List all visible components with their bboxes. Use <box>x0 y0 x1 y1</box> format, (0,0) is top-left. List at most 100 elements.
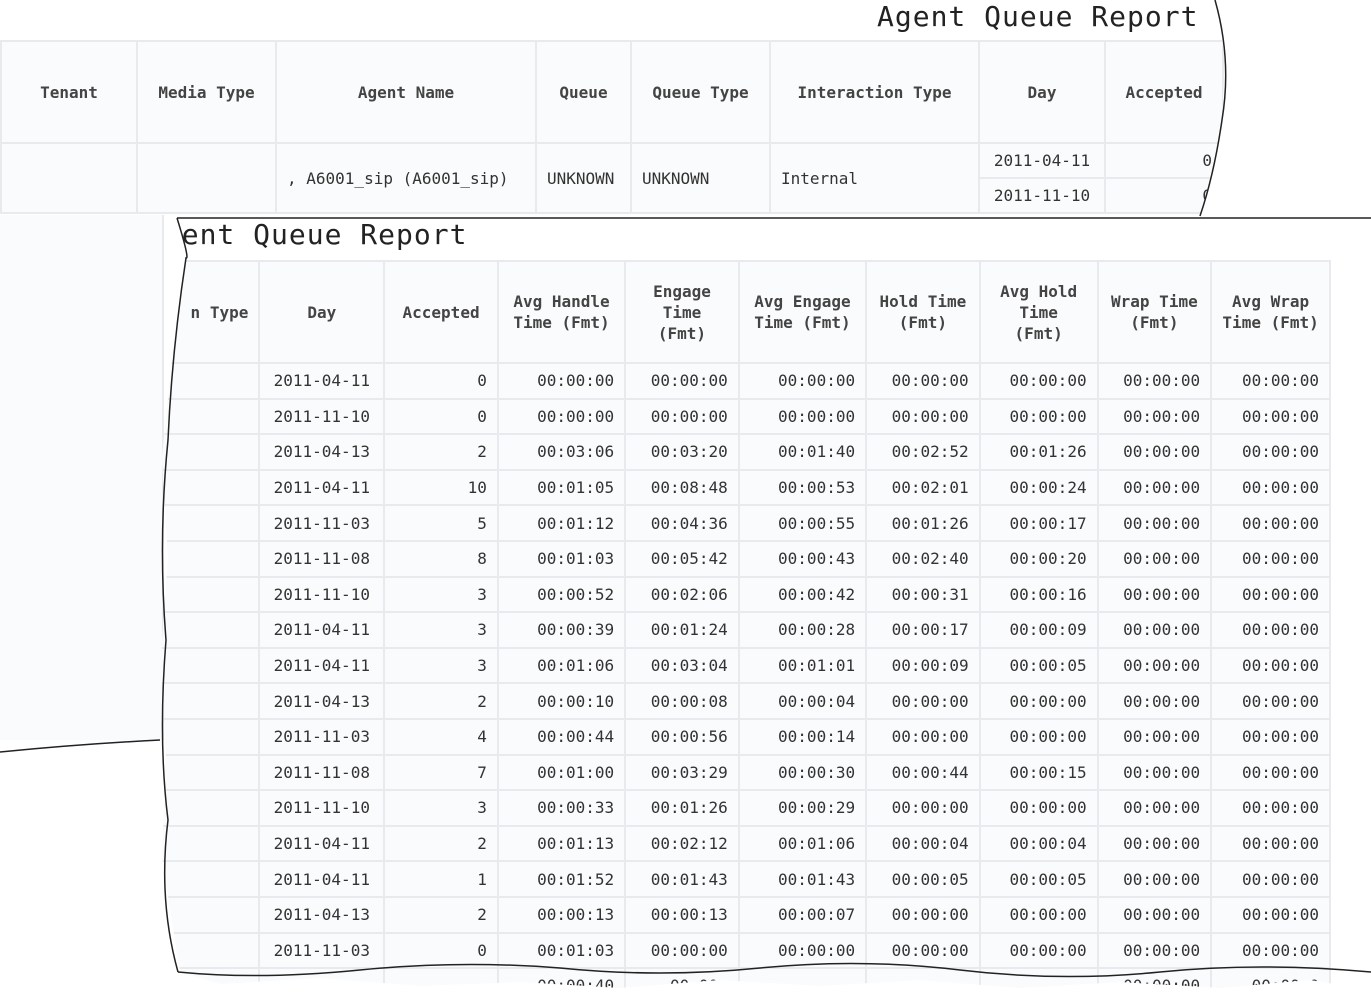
wrap-time-cell: 00:00:00 <box>1096 682 1213 720</box>
column-header-queue-type[interactable]: Queue Type <box>630 40 771 144</box>
column-header-avg-wrap-time[interactable]: Avg Wrap Time (Fmt) <box>1210 260 1331 364</box>
avg-wrap-time-cell: 00:00:00 <box>1210 468 1331 507</box>
column-header-avg-handle-time[interactable]: Avg Handle Time (Fmt) <box>496 260 627 364</box>
avg-handle-time-cell: 00:01:00 <box>496 753 627 792</box>
table-row: 2011-04-11 1 00:01:52 00:01:43 00:01:43 00:00… <box>161 860 1331 898</box>
avg-engage-time-cell: 00:00:00 <box>737 397 868 436</box>
avg-engage-time-cell: 00:00:04 <box>737 682 868 720</box>
avg-hold-time-cell: 00:00:00 <box>978 931 1099 970</box>
accepted-cell: 4 <box>383 717 499 756</box>
column-header-agent-name[interactable]: Agent Name <box>275 40 537 144</box>
avg-hold-time-cell: 00:00:00 <box>978 362 1099 400</box>
engage-time-cell: 00:01:24 <box>624 611 740 649</box>
avg-hold-time-cell: 00:00:05 <box>978 646 1099 685</box>
avg-wrap-time-cell: 00:00:00 <box>1210 717 1331 756</box>
avg-wrap-time-cell: 00:00:00 <box>1210 860 1331 898</box>
agent-name-cell: , A6001_sip (A6001_sip) <box>275 142 537 214</box>
day-cell: 2011-11-03 <box>258 717 386 756</box>
avg-engage-time-cell: 00:00:29 <box>737 789 868 827</box>
avg-engage-time-cell: 00:00:55 <box>737 504 868 542</box>
avg-wrap-time-cell: 00:00:00 <box>1210 433 1331 471</box>
avg-hold-time-cell: 00:00:17 <box>978 504 1099 542</box>
wrap-time-cell: 00:00:00 <box>1096 824 1213 863</box>
avg-handle-time-cell: 00:01:06 <box>496 646 627 685</box>
avg-wrap-time-cell: 00:00:00 <box>1210 895 1331 934</box>
avg-handle-time-cell: 00:01:12 <box>496 504 627 542</box>
column-header-interaction-type[interactable]: Interaction Type <box>769 40 980 144</box>
avg-hold-time-cell: 00:00:00 <box>978 895 1099 934</box>
avg-engage-time-cell: 00:00:07 <box>737 895 868 934</box>
day-cell: 2011-11-03 <box>258 504 386 542</box>
day-cell: 2011-04-11 <box>258 646 386 685</box>
accepted-cell: 10 <box>383 468 499 507</box>
hold-time-cell: 00:00:04 <box>865 824 981 863</box>
accepted-cell: 2 <box>383 824 499 863</box>
column-header-queue[interactable]: Queue <box>535 40 632 144</box>
avg-hold-time-cell: 00:01:26 <box>978 433 1099 471</box>
column-header-avg-hold-time[interactable]: Avg Hold Time (Fmt) <box>978 260 1099 364</box>
avg-handle-time-cell: 00:01:03 <box>496 931 627 970</box>
table-row: 2011-11-10 0 00:00:00 00:00:00 00:00:00 00:00… <box>161 397 1331 436</box>
engage-time-cell: 00:00: <box>624 967 740 990</box>
hold-time-cell: 00:00:44 <box>865 753 981 792</box>
accepted-cell: 7 <box>383 753 499 792</box>
column-header-engage-time[interactable]: Engage Time (Fmt) <box>624 260 740 364</box>
table-row: 2011-11-03 4 00:00:44 00:00:56 00:00:14 00:00… <box>161 717 1331 756</box>
hold-time-cell: 00:00:00 <box>865 362 981 400</box>
column-header-wrap-time[interactable]: Wrap Time (Fmt) <box>1096 260 1213 364</box>
day-cell: 2011-11-10 <box>258 789 386 827</box>
avg-handle-time-cell: 00:00:44 <box>496 717 627 756</box>
day-cell: 2011-11-10 <box>258 397 386 436</box>
column-header-day[interactable]: Day <box>258 260 386 364</box>
hold-time-cell: 00:00:00 <box>865 895 981 934</box>
column-header-avg-engage-time[interactable]: Avg Engage Time (Fmt) <box>737 260 868 364</box>
accepted-cell: 0 <box>1104 142 1224 179</box>
avg-engage-time-cell: 00:00:43 <box>737 539 868 578</box>
day-cell: 2011-04-11 <box>258 362 386 400</box>
avg-wrap-time-cell: 00:00:00 <box>1210 789 1331 827</box>
avg-hold-time-cell: 00:00:00 <box>978 717 1099 756</box>
avg-hold-time-cell: 00:00:05 <box>978 860 1099 898</box>
avg-handle-time-cell: 00:00:00 <box>496 397 627 436</box>
hold-time-cell: 00:00:00 <box>865 717 981 756</box>
engage-time-cell: 00:04:36 <box>624 504 740 542</box>
table-row: 2011-11-08 7 00:01:00 00:03:29 00:00:30 00:00… <box>161 753 1331 792</box>
front-header-row: n Type Day Accepted Avg Handle Time (Fmt… <box>161 260 1331 364</box>
column-header-tenant[interactable]: Tenant <box>0 40 138 144</box>
column-header-day[interactable]: Day <box>978 40 1106 144</box>
engage-time-cell: 00:03:20 <box>624 433 740 471</box>
avg-wrap-time-cell: 00:00:00 <box>1210 682 1331 720</box>
back-report-table: Tenant Media Type Agent Name Queue Queue… <box>0 40 1224 214</box>
column-header-accepted[interactable]: Accepted <box>383 260 499 364</box>
avg-wrap-time-cell: 00:00:00 <box>1210 824 1331 863</box>
table-row: 00:00:40 00:00: 00:00:00 00:00:0 <box>161 967 1331 990</box>
avg-wrap-time-cell: 00:00:00 <box>1210 646 1331 685</box>
wrap-time-cell: 00:00:00 <box>1096 895 1213 934</box>
avg-handle-time-cell: 00:00:39 <box>496 611 627 649</box>
table-row: 2011-11-10 3 00:00:52 00:02:06 00:00:42 00:00… <box>161 575 1331 614</box>
column-header-accepted[interactable]: Accepted <box>1104 40 1224 144</box>
accepted-cell: 0 <box>1104 177 1224 214</box>
column-header-hold-time[interactable]: Hold Time (Fmt) <box>865 260 981 364</box>
wrap-time-cell: 00:00:00 <box>1096 362 1213 400</box>
day-cell: 2011-04-13 <box>258 895 386 934</box>
front-report-page: Agent Queue Report n Type Day Accepted A… <box>161 218 1371 990</box>
engage-time-cell: 00:00:13 <box>624 895 740 934</box>
avg-hold-time-cell: 00:00:09 <box>978 611 1099 649</box>
avg-engage-time-cell: 00:01:43 <box>737 860 868 898</box>
column-header-media-type[interactable]: Media Type <box>136 40 277 144</box>
hold-time-cell: 00:00:17 <box>865 611 981 649</box>
avg-wrap-time-cell: 00:00:00 <box>1210 397 1331 436</box>
avg-handle-time-cell: 00:00:33 <box>496 789 627 827</box>
day-cell: 2011-04-11 <box>258 860 386 898</box>
day-cell: 2011-04-11 <box>258 611 386 649</box>
avg-hold-time-cell <box>978 967 1099 990</box>
avg-hold-time-cell: 00:00:24 <box>978 468 1099 507</box>
engage-time-cell: 00:02:12 <box>624 824 740 863</box>
front-report-title: Agent Queue Report <box>161 218 486 258</box>
hold-time-cell <box>865 967 981 990</box>
avg-engage-time-cell: 00:00:42 <box>737 575 868 614</box>
engage-time-cell: 00:00:00 <box>624 397 740 436</box>
wrap-time-cell: 00:00:00 <box>1096 931 1213 970</box>
table-row: , A6001_sip (A6001_sip) UNKNOWN UNKNOWN … <box>0 142 1224 214</box>
